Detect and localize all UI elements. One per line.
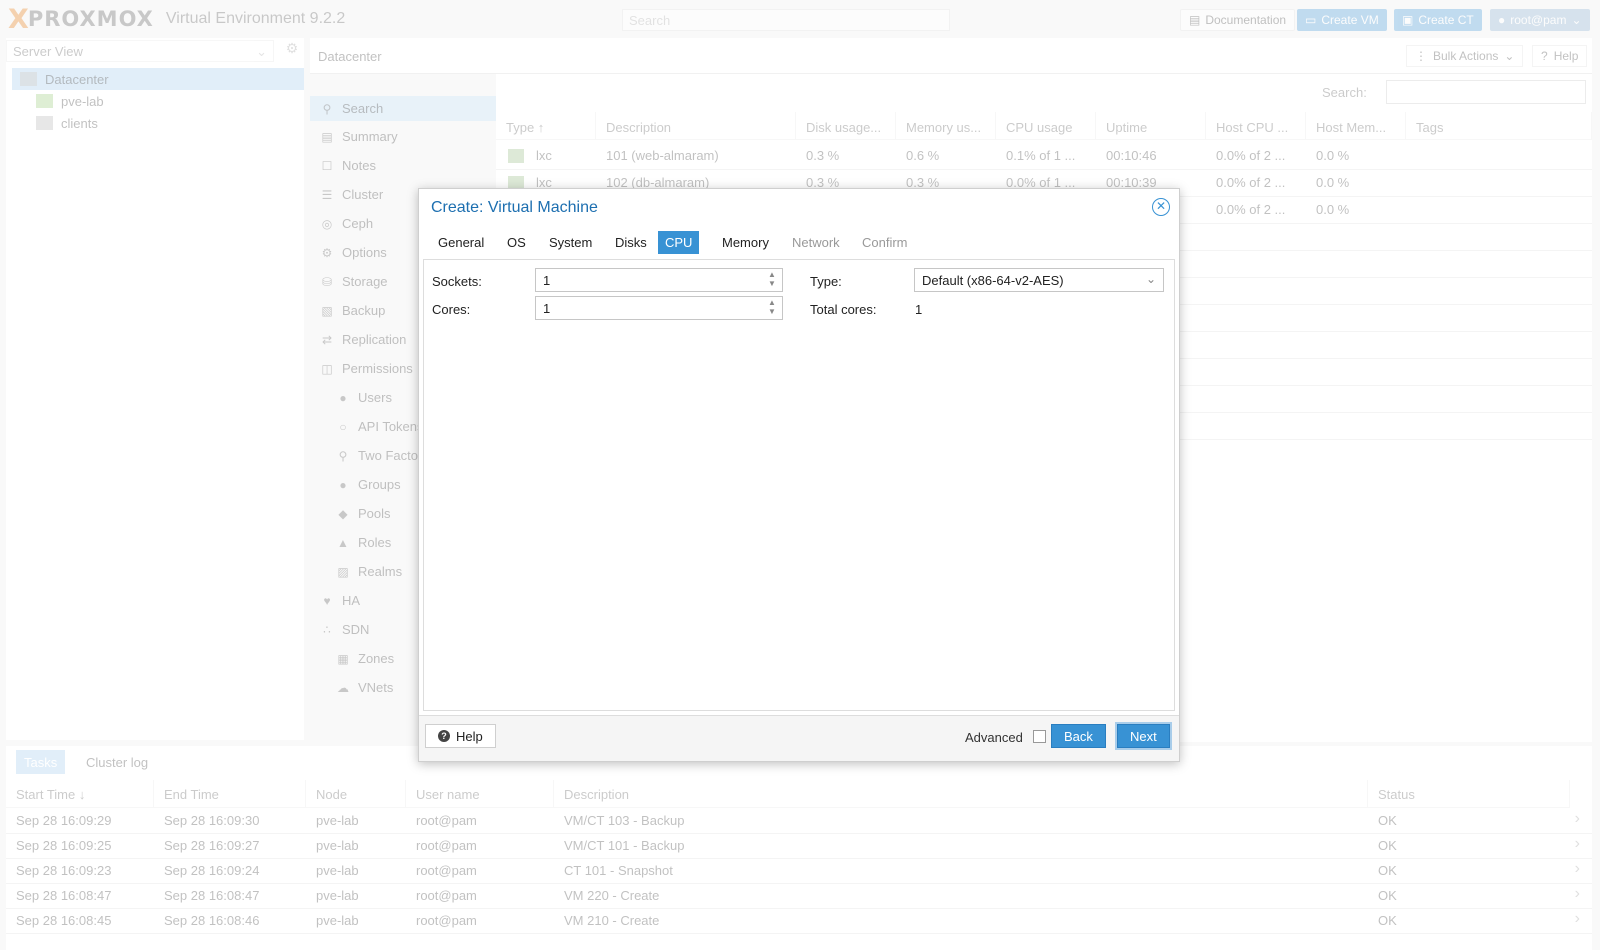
cpu-type-label: Type:	[810, 274, 842, 289]
dialog-footer: ? Help Advanced Back Next	[419, 715, 1179, 761]
wizard-tabs: General OS System Disks CPU Memory Netwo…	[419, 225, 1179, 255]
total-cores-label: Total cores:	[810, 302, 877, 317]
cores-value: 1	[543, 301, 551, 316]
sockets-stepper[interactable]: 1 ▲ ▼	[535, 268, 783, 292]
tab-confirm: Confirm	[862, 235, 908, 250]
cpu-type-value: Default (x86-64-v2-AES)	[922, 273, 1064, 288]
tab-os[interactable]: OS	[500, 231, 533, 254]
sockets-value: 1	[543, 273, 551, 288]
cpu-panel: Sockets: 1 ▲ ▼ Cores: 1 ▲ ▼ Type: Default …	[423, 259, 1175, 711]
back-button[interactable]: Back	[1051, 724, 1106, 748]
cores-stepper[interactable]: 1 ▲ ▼	[535, 296, 783, 320]
chevron-down-icon: ⌄	[1145, 272, 1156, 286]
tab-disks[interactable]: Disks	[608, 231, 654, 254]
advanced-label: Advanced	[965, 730, 1023, 745]
cores-label: Cores:	[432, 302, 471, 317]
advanced-checkbox[interactable]	[1033, 730, 1046, 743]
tab-system[interactable]: System	[542, 231, 599, 254]
question-circle-icon: ?	[438, 730, 450, 742]
spinner-arrows-icon[interactable]: ▲ ▼	[766, 270, 778, 288]
cpu-type-select[interactable]: Default (x86-64-v2-AES) ⌄	[914, 268, 1164, 292]
help-label: Help	[456, 728, 483, 744]
tab-memory[interactable]: Memory	[715, 231, 776, 254]
sockets-label: Sockets:	[432, 274, 482, 289]
help-button[interactable]: ? Help	[425, 724, 496, 748]
close-icon[interactable]: ✕	[1152, 198, 1170, 216]
create-vm-dialog: Create: Virtual Machine ✕ General OS Sys…	[418, 188, 1180, 762]
spinner-arrows-icon[interactable]: ▲ ▼	[766, 298, 778, 316]
tab-general[interactable]: General	[431, 231, 491, 254]
dialog-title: Create: Virtual Machine	[431, 199, 598, 216]
tab-cpu[interactable]: CPU	[658, 231, 700, 254]
tab-network: Network	[792, 235, 840, 250]
total-cores-value: 1	[915, 302, 923, 317]
next-button[interactable]: Next	[1117, 724, 1170, 748]
